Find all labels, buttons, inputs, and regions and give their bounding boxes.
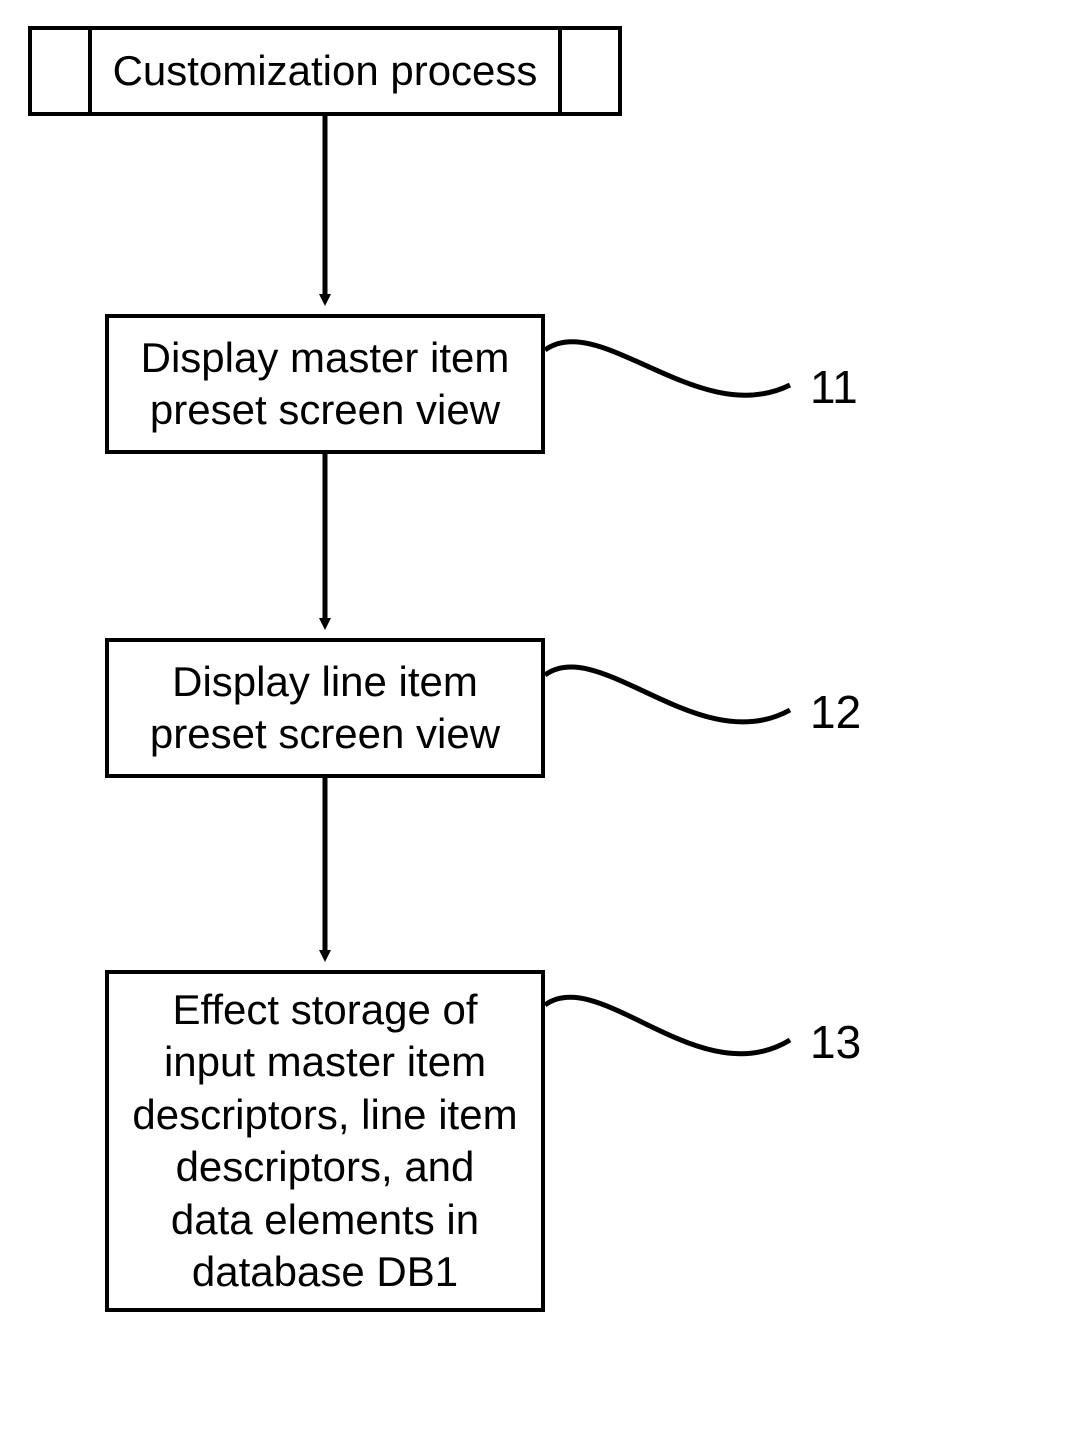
ref-label-1: 11 xyxy=(810,360,858,414)
leader-line-13 xyxy=(545,997,790,1054)
ref-label-3: 13 xyxy=(810,1015,861,1069)
step-text-2: Display line item preset screen view xyxy=(129,656,521,761)
title-box: Customization process xyxy=(28,26,622,116)
ref-label-2: 12 xyxy=(810,685,861,739)
step-box-1: Display master item preset screen view xyxy=(105,314,545,454)
step-text-1: Display master item preset screen view xyxy=(129,332,521,437)
title-inner-line-left xyxy=(88,30,92,112)
leader-line-11 xyxy=(545,342,790,396)
step-box-3: Effect storage of input master item desc… xyxy=(105,970,545,1312)
step-box-2: Display line item preset screen view xyxy=(105,638,545,778)
step-text-3: Effect storage of input master item desc… xyxy=(129,984,521,1299)
flowchart-stage: Customization process Display master ite… xyxy=(0,0,1089,1439)
title-text: Customization process xyxy=(113,45,538,98)
leader-line-12 xyxy=(545,667,790,722)
title-inner-line-right xyxy=(558,30,562,112)
